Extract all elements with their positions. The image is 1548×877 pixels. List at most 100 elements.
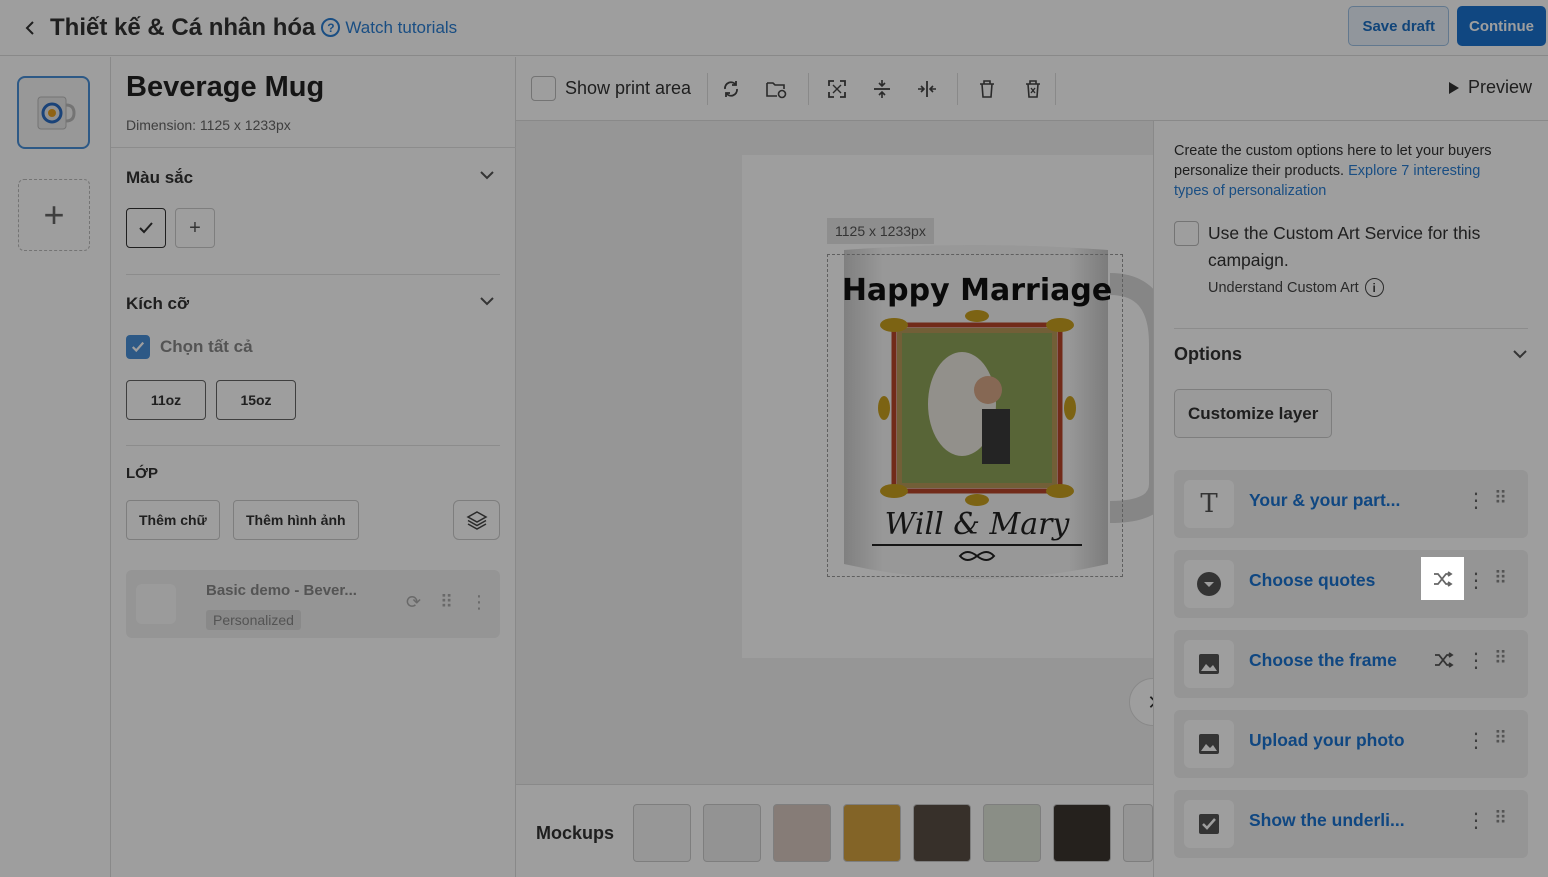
save-draft-button[interactable]: Save draft	[1348, 6, 1449, 46]
chevron-down-icon[interactable]	[479, 293, 495, 309]
checkbox-icon	[1184, 800, 1234, 848]
options-title: Options	[1174, 344, 1242, 364]
toolbar-separator	[808, 73, 809, 105]
size-option-15oz[interactable]: 15oz	[216, 380, 296, 420]
toolbar-separator	[957, 73, 958, 105]
delete-all-icon[interactable]	[1021, 77, 1045, 101]
kebab-menu-icon[interactable]: ⋮	[1466, 568, 1486, 593]
product-rail: +	[0, 57, 111, 877]
mockups-bar: Mockups	[516, 784, 1153, 877]
shuffle-icon	[1434, 651, 1454, 668]
options-panel: Create the custom options here to let yo…	[1153, 121, 1548, 877]
color-swatch-selected[interactable]	[126, 208, 166, 248]
page-title: Thiết kế & Cá nhân hóa	[50, 13, 316, 41]
align-vertical-center-icon[interactable]	[870, 77, 894, 101]
shuffle-button-highlighted[interactable]	[1421, 557, 1464, 600]
check-icon	[131, 341, 145, 353]
divider	[126, 445, 500, 446]
mockup-thumbnail[interactable]	[703, 804, 761, 862]
continue-button[interactable]: Continue	[1457, 6, 1546, 46]
drag-handle-icon[interactable]: ⠿	[1494, 568, 1507, 589]
size-option-11oz[interactable]: 11oz	[126, 380, 206, 420]
mockup-thumbnail[interactable]	[1053, 804, 1111, 862]
preview-button[interactable]: Preview	[1448, 77, 1532, 98]
show-print-area-checkbox[interactable]	[531, 76, 556, 101]
divider	[126, 274, 500, 275]
divider	[1174, 328, 1528, 329]
drag-handle-icon[interactable]: ⠿	[1494, 488, 1507, 509]
layer-section-title: LỚP	[126, 465, 158, 482]
show-print-area-label: Show print area	[565, 78, 692, 98]
fit-expand-icon[interactable]	[825, 77, 849, 101]
rotate-icon[interactable]	[719, 77, 743, 101]
kebab-menu-icon[interactable]: ⋮	[1466, 728, 1486, 753]
text-icon: T	[1184, 480, 1234, 528]
play-icon	[1448, 81, 1459, 94]
option-item[interactable]: Upload your photo ⋮ ⠿	[1174, 710, 1528, 778]
option-item[interactable]: Show the underli... ⋮ ⠿	[1174, 790, 1528, 858]
add-product-button[interactable]: +	[18, 179, 90, 251]
option-item[interactable]: T Your & your part... ⋮ ⠿	[1174, 470, 1528, 538]
layers-button[interactable]	[453, 500, 500, 540]
layer-item[interactable]: Basic demo - Bever... Personalized ⟳ ⠿ ⋮	[126, 570, 500, 638]
add-color-button[interactable]: +	[175, 208, 215, 248]
back-button[interactable]	[10, 8, 50, 48]
select-all-sizes[interactable]: Chọn tất cả	[126, 335, 253, 359]
print-area-outline	[827, 254, 1123, 577]
shuffle-button[interactable]	[1422, 638, 1465, 681]
sync-icon[interactable]: ⟳	[406, 592, 421, 613]
layer-thumbnail	[136, 584, 176, 624]
add-image-button[interactable]: Thêm hình ảnh	[233, 500, 359, 540]
toolbar-separator	[707, 73, 708, 105]
canvas-toolbar: Show print area Preview	[516, 57, 1548, 121]
kebab-menu-icon[interactable]: ⋮	[1466, 488, 1486, 513]
mockup-thumbnail[interactable]	[843, 804, 901, 862]
delete-icon[interactable]	[975, 77, 999, 101]
option-item[interactable]: Choose quotes ⋮ ⠿	[1174, 550, 1528, 618]
preview-label: Preview	[1467, 77, 1532, 97]
drag-handle-icon[interactable]: ⠿	[440, 592, 453, 613]
kebab-menu-icon[interactable]: ⋮	[1466, 808, 1486, 833]
image-icon	[1184, 720, 1234, 768]
watch-tutorials-link[interactable]: ? Watch tutorials	[321, 18, 457, 38]
customize-layer-button[interactable]: Customize layer	[1174, 389, 1333, 438]
drag-handle-icon[interactable]: ⠿	[1494, 728, 1507, 749]
drag-handle-icon[interactable]: ⠿	[1494, 648, 1507, 669]
mockup-thumbnail[interactable]	[633, 804, 691, 862]
option-label: Choose the frame	[1249, 650, 1397, 670]
option-item[interactable]: Choose the frame ⋮ ⠿	[1174, 630, 1528, 698]
product-panel: Beverage Mug Dimension: 1125 x 1233px Mà…	[111, 57, 516, 877]
custom-art-checkbox[interactable]	[1174, 221, 1199, 246]
image-icon	[1184, 640, 1234, 688]
info-icon[interactable]: i	[1364, 278, 1384, 297]
product-thumbnail[interactable]	[17, 76, 90, 149]
mockup-thumbnail[interactable]	[913, 804, 971, 862]
mockup-thumbnail[interactable]	[1123, 804, 1153, 862]
chevron-down-icon[interactable]	[479, 167, 495, 183]
mockup-thumbnail[interactable]	[773, 804, 831, 862]
kebab-menu-icon[interactable]: ⋮	[470, 592, 488, 613]
app-header: Thiết kế & Cá nhân hóa ? Watch tutorials…	[0, 0, 1548, 56]
mockups-label: Mockups	[536, 823, 615, 843]
understand-custom-art[interactable]: Understand Custom Art i	[1208, 278, 1384, 297]
chevron-down-icon[interactable]	[1512, 346, 1528, 362]
size-section-title: Kích cỡ	[126, 294, 190, 313]
add-text-button[interactable]: Thêm chữ	[126, 500, 220, 540]
help-icon: ?	[321, 18, 341, 37]
drag-handle-icon[interactable]: ⠿	[1494, 808, 1507, 829]
align-horizontal-center-icon[interactable]	[915, 77, 939, 101]
select-all-label: Chọn tất cả	[160, 337, 253, 356]
kebab-menu-icon[interactable]: ⋮	[1466, 648, 1486, 673]
chevron-left-icon	[25, 20, 34, 35]
layers-icon	[465, 511, 488, 530]
replace-image-icon[interactable]	[764, 77, 788, 101]
dropdown-icon	[1184, 560, 1234, 608]
toolbar-separator	[1055, 73, 1056, 105]
options-intro: Create the custom options here to let yo…	[1174, 141, 1514, 201]
select-all-checkbox[interactable]	[126, 335, 150, 359]
option-label: Choose quotes	[1249, 570, 1376, 590]
mockup-thumbnail[interactable]	[983, 804, 1041, 862]
option-label: Your & your part...	[1249, 490, 1401, 510]
personalized-badge: Personalized	[206, 610, 301, 630]
product-dimension: Dimension: 1125 x 1233px	[126, 117, 291, 133]
